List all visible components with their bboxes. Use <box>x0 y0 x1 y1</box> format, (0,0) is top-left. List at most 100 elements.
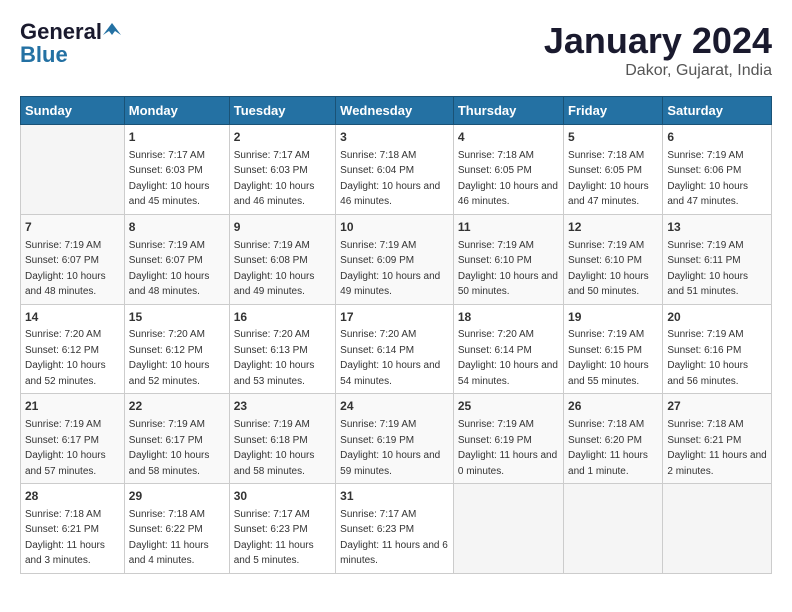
day-header-sunday: Sunday <box>21 97 125 125</box>
month-title: January 2024 <box>544 20 772 62</box>
day-number: 17 <box>340 309 449 326</box>
day-number: 21 <box>25 398 120 415</box>
calendar-cell: 5Sunrise: 7:18 AMSunset: 6:05 PMDaylight… <box>564 125 663 215</box>
day-number: 12 <box>568 219 658 236</box>
calendar-cell: 18 Sunrise: 7:20 AMSunset: 6:14 PMDayligh… <box>453 304 563 394</box>
calendar-cell: 20 Sunrise: 7:19 AMSunset: 6:16 PMDayligh… <box>663 304 772 394</box>
day-number: 3 <box>340 129 449 146</box>
calendar-cell: 11 Sunrise: 7:19 AMSunset: 6:10 PMDayligh… <box>453 214 563 304</box>
day-detail: Sunrise: 7:20 AMSunset: 6:14 PMDaylight:… <box>340 329 440 387</box>
logo-general: General <box>20 20 102 44</box>
calendar-cell: 2 Sunrise: 7:17 AMSunset: 6:03 PMDaylight… <box>229 125 335 215</box>
calendar-cell <box>663 484 772 574</box>
day-number: 16 <box>234 309 331 326</box>
day-number: 4 <box>458 129 559 146</box>
calendar-cell: 15 Sunrise: 7:20 AMSunset: 6:12 PMDayligh… <box>124 304 229 394</box>
calendar-cell: 7 Sunrise: 7:19 AMSunset: 6:07 PMDaylight… <box>21 214 125 304</box>
calendar-cell <box>21 125 125 215</box>
calendar-header-row: SundayMondayTuesdayWednesdayThursdayFrid… <box>21 97 772 125</box>
day-number: 19 <box>568 309 658 326</box>
calendar-week-row: 21 Sunrise: 7:19 AMSunset: 6:17 PMDayligh… <box>21 394 772 484</box>
calendar-cell: 12Sunrise: 7:19 AMSunset: 6:10 PMDayligh… <box>564 214 663 304</box>
day-detail: Sunrise: 7:19 AMSunset: 6:16 PMDaylight:… <box>667 329 748 387</box>
day-detail: Sunrise: 7:20 AMSunset: 6:12 PMDaylight:… <box>25 329 106 387</box>
day-header-friday: Friday <box>564 97 663 125</box>
day-detail: Sunrise: 7:18 AMSunset: 6:21 PMDaylight:… <box>667 419 766 477</box>
calendar-week-row: 7 Sunrise: 7:19 AMSunset: 6:07 PMDaylight… <box>21 214 772 304</box>
day-detail: Sunrise: 7:19 AMSunset: 6:18 PMDaylight:… <box>234 419 315 477</box>
day-number: 13 <box>667 219 767 236</box>
calendar-cell: 9Sunrise: 7:19 AMSunset: 6:08 PMDaylight… <box>229 214 335 304</box>
day-detail: Sunrise: 7:19 AMSunset: 6:19 PMDaylight:… <box>340 419 440 477</box>
day-number: 8 <box>129 219 225 236</box>
logo-bird-icon <box>103 21 121 39</box>
day-detail: Sunrise: 7:19 AMSunset: 6:08 PMDaylight:… <box>234 240 315 298</box>
calendar-cell: 17 Sunrise: 7:20 AMSunset: 6:14 PMDayligh… <box>336 304 454 394</box>
day-detail: Sunrise: 7:17 AMSunset: 6:03 PMDaylight:… <box>234 150 315 208</box>
day-detail: Sunrise: 7:19 AMSunset: 6:10 PMDaylight:… <box>458 240 558 298</box>
calendar-cell: 22 Sunrise: 7:19 AMSunset: 6:17 PMDayligh… <box>124 394 229 484</box>
day-number: 20 <box>667 309 767 326</box>
day-detail: Sunrise: 7:19 AMSunset: 6:07 PMDaylight:… <box>129 240 210 298</box>
day-detail: Sunrise: 7:20 AMSunset: 6:12 PMDaylight:… <box>129 329 210 387</box>
day-number: 15 <box>129 309 225 326</box>
calendar-cell: 21 Sunrise: 7:19 AMSunset: 6:17 PMDayligh… <box>21 394 125 484</box>
day-detail: Sunrise: 7:19 AMSunset: 6:07 PMDaylight:… <box>25 240 106 298</box>
calendar-cell: 27Sunrise: 7:18 AMSunset: 6:21 PMDayligh… <box>663 394 772 484</box>
day-number: 22 <box>129 398 225 415</box>
day-header-tuesday: Tuesday <box>229 97 335 125</box>
day-number: 11 <box>458 219 559 236</box>
day-number: 31 <box>340 488 449 505</box>
day-detail: Sunrise: 7:18 AMSunset: 6:22 PMDaylight:… <box>129 509 209 567</box>
calendar-table: SundayMondayTuesdayWednesdayThursdayFrid… <box>20 96 772 574</box>
calendar-week-row: 28Sunrise: 7:18 AMSunset: 6:21 PMDayligh… <box>21 484 772 574</box>
day-detail: Sunrise: 7:18 AMSunset: 6:20 PMDaylight:… <box>568 419 648 477</box>
day-number: 28 <box>25 488 120 505</box>
day-detail: Sunrise: 7:17 AMSunset: 6:23 PMDaylight:… <box>340 509 448 567</box>
calendar-cell: 8 Sunrise: 7:19 AMSunset: 6:07 PMDaylight… <box>124 214 229 304</box>
day-number: 25 <box>458 398 559 415</box>
day-detail: Sunrise: 7:19 AMSunset: 6:06 PMDaylight:… <box>667 150 748 208</box>
day-number: 7 <box>25 219 120 236</box>
day-detail: Sunrise: 7:18 AMSunset: 6:05 PMDaylight:… <box>458 150 558 208</box>
calendar-cell: 24 Sunrise: 7:19 AMSunset: 6:19 PMDayligh… <box>336 394 454 484</box>
calendar-cell: 16Sunrise: 7:20 AMSunset: 6:13 PMDayligh… <box>229 304 335 394</box>
calendar-cell: 13Sunrise: 7:19 AMSunset: 6:11 PMDayligh… <box>663 214 772 304</box>
day-detail: Sunrise: 7:20 AMSunset: 6:14 PMDaylight:… <box>458 329 558 387</box>
day-detail: Sunrise: 7:19 AMSunset: 6:15 PMDaylight:… <box>568 329 649 387</box>
day-header-wednesday: Wednesday <box>336 97 454 125</box>
calendar-cell: 14 Sunrise: 7:20 AMSunset: 6:12 PMDayligh… <box>21 304 125 394</box>
calendar-cell: 3 Sunrise: 7:18 AMSunset: 6:04 PMDaylight… <box>336 125 454 215</box>
calendar-cell: 10 Sunrise: 7:19 AMSunset: 6:09 PMDayligh… <box>336 214 454 304</box>
calendar-cell: 6 Sunrise: 7:19 AMSunset: 6:06 PMDaylight… <box>663 125 772 215</box>
day-detail: Sunrise: 7:18 AMSunset: 6:04 PMDaylight:… <box>340 150 440 208</box>
calendar-cell: 28Sunrise: 7:18 AMSunset: 6:21 PMDayligh… <box>21 484 125 574</box>
day-number: 6 <box>667 129 767 146</box>
calendar-cell <box>564 484 663 574</box>
day-header-monday: Monday <box>124 97 229 125</box>
day-header-saturday: Saturday <box>663 97 772 125</box>
day-detail: Sunrise: 7:18 AMSunset: 6:05 PMDaylight:… <box>568 150 649 208</box>
day-detail: Sunrise: 7:19 AMSunset: 6:09 PMDaylight:… <box>340 240 440 298</box>
calendar-cell: 30Sunrise: 7:17 AMSunset: 6:23 PMDayligh… <box>229 484 335 574</box>
calendar-week-row: 14 Sunrise: 7:20 AMSunset: 6:12 PMDayligh… <box>21 304 772 394</box>
logo: General Blue <box>20 20 121 68</box>
day-number: 10 <box>340 219 449 236</box>
day-detail: Sunrise: 7:19 AMSunset: 6:17 PMDaylight:… <box>129 419 210 477</box>
day-number: 30 <box>234 488 331 505</box>
day-number: 1 <box>129 129 225 146</box>
day-number: 14 <box>25 309 120 326</box>
calendar-cell: 4 Sunrise: 7:18 AMSunset: 6:05 PMDaylight… <box>453 125 563 215</box>
title-area: January 2024 Dakor, Gujarat, India <box>544 20 772 80</box>
location-subtitle: Dakor, Gujarat, India <box>544 62 772 80</box>
calendar-cell: 25Sunrise: 7:19 AMSunset: 6:19 PMDayligh… <box>453 394 563 484</box>
day-number: 18 <box>458 309 559 326</box>
day-number: 2 <box>234 129 331 146</box>
calendar-cell: 23 Sunrise: 7:19 AMSunset: 6:18 PMDayligh… <box>229 394 335 484</box>
day-number: 24 <box>340 398 449 415</box>
calendar-cell <box>453 484 563 574</box>
day-detail: Sunrise: 7:19 AMSunset: 6:17 PMDaylight:… <box>25 419 106 477</box>
page-header: General Blue January 2024 Dakor, Gujarat… <box>20 20 772 80</box>
logo-blue: Blue <box>20 42 68 68</box>
day-number: 23 <box>234 398 331 415</box>
